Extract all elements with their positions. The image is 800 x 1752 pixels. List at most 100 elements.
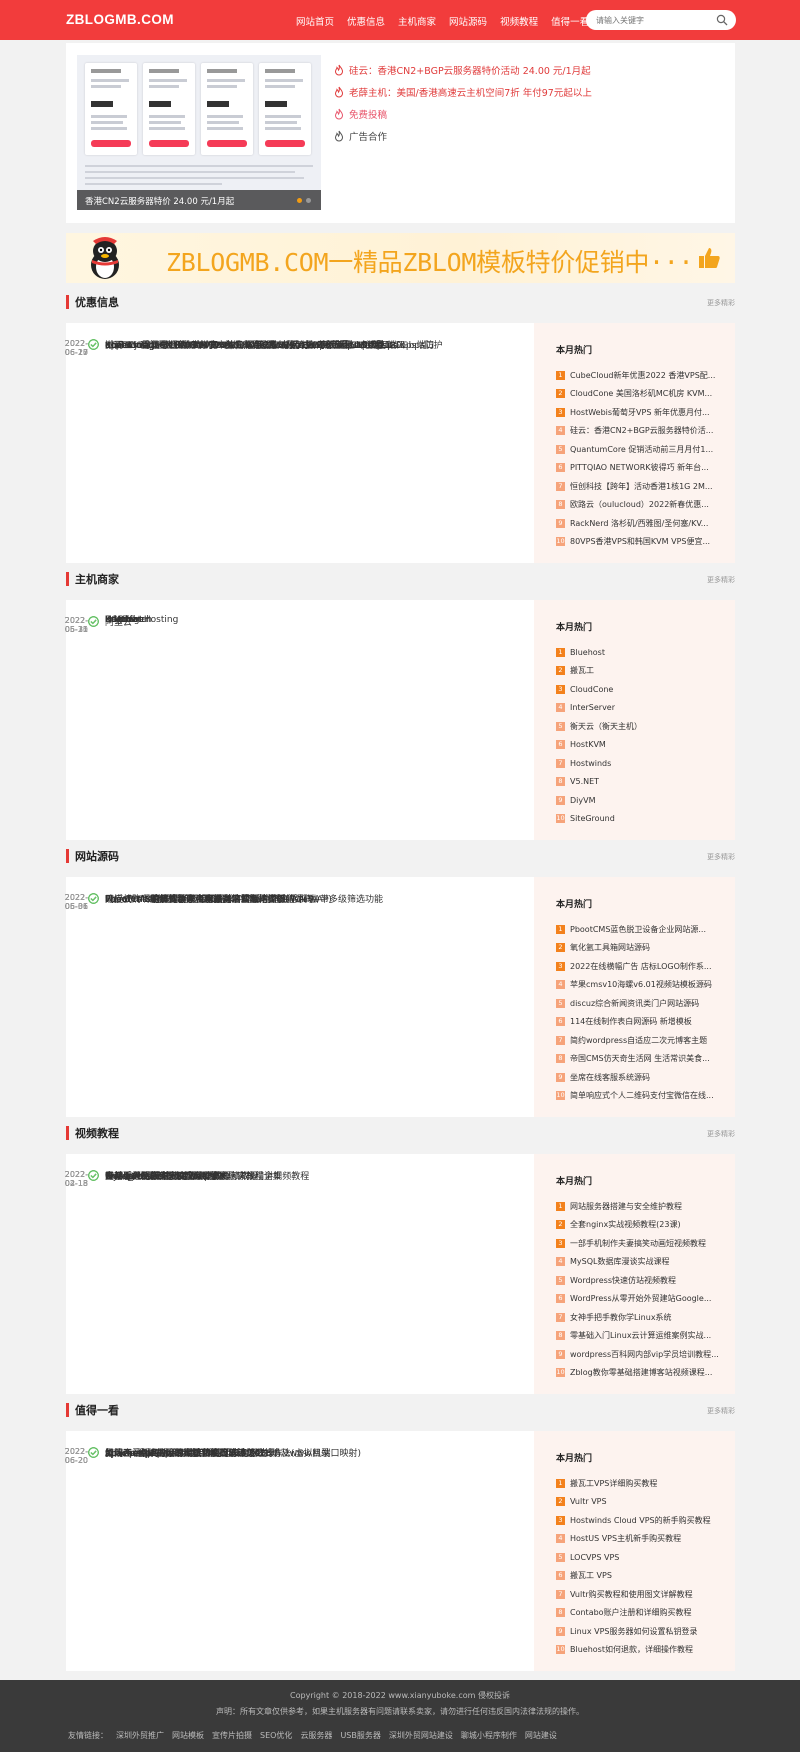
hot-item[interactable]: 1 PbootCMS蓝色脱卫设备企业网站源... (556, 920, 726, 939)
hot-item[interactable]: 10 Zblog教你零基础搭建博客站视频课程... (556, 1364, 726, 1383)
nav-item-home[interactable]: 网站首页 (296, 14, 334, 28)
slide-card-image (85, 63, 137, 155)
hot-item[interactable]: 2 氧化氩工具箱网站源码 (556, 939, 726, 958)
hot-rank-badge: 4 (556, 980, 565, 990)
top-link[interactable]: 老薛主机：美国/香港高速云主机空间7折 年付97元起以上 (334, 81, 592, 103)
hot-item[interactable]: 3 一部手机制作夫妻搞笑动画短视频教程 (556, 1234, 726, 1253)
hot-item[interactable]: 9 坐席在线客服系统源码 (556, 1068, 726, 1087)
hot-item[interactable]: 7 女神手把手教你学Linux系统 (556, 1308, 726, 1327)
hot-item[interactable]: 9 wordpress百科网内部vip学员培训教程... (556, 1345, 726, 1364)
hot-item[interactable]: 4 InterServer (556, 699, 726, 718)
hot-item[interactable]: 3 2022在线横幅广告 店标LOGO制作系... (556, 957, 726, 976)
hot-item[interactable]: 4 HostUS VPS主机新手购买教程 (556, 1530, 726, 1549)
section-header: 优惠信息 更多精彩 (66, 291, 735, 313)
slide-caption[interactable]: 香港CN2云服务器特价 24.00 元/1月起 (77, 190, 321, 210)
hot-item[interactable]: 9 DiyVM (556, 791, 726, 810)
hot-item-title: 简单响应式个人二维码支付宝微信在线... (570, 1091, 714, 1101)
hot-item[interactable]: 8 帝国CMS仿天奇生活网 生活常识美食... (556, 1050, 726, 1069)
hot-item[interactable]: 3 HostWebis葡萄牙VPS 新年优惠月付... (556, 403, 726, 422)
hot-item[interactable]: 6 PITTQIAO NETWORK彼得巧 新年台... (556, 459, 726, 478)
hot-item-title: MySQL数据库漫谈实战课程 (570, 1257, 670, 1267)
nav-item-hosts[interactable]: 主机商家 (398, 14, 436, 28)
hot-panel: 本月热门 1 CubeCloud新年优惠2022 香港VPS配... 2 CloudCo… (534, 323, 735, 563)
top-link[interactable]: 免费投稿 (334, 103, 592, 125)
hot-item[interactable]: 10 简单响应式个人二维码支付宝微信在线... (556, 1087, 726, 1106)
hot-item[interactable]: 7 Hostwinds (556, 754, 726, 773)
hot-item[interactable]: 3 Hostwinds Cloud VPS的新手购买教程 (556, 1511, 726, 1530)
hot-item[interactable]: 2 全套nginx实战视频教程(23课) (556, 1216, 726, 1235)
hot-item[interactable]: 8 零基础入门Linux云计算运维案例实战... (556, 1327, 726, 1346)
friend-link[interactable]: 云服务器 (300, 1730, 332, 1741)
nav-item-video[interactable]: 视频教程 (500, 14, 538, 28)
hot-item-title: 2022在线横幅广告 店标LOGO制作系... (570, 961, 712, 971)
hot-rank-badge: 9 (556, 1349, 565, 1359)
hot-rank-badge: 10 (556, 1368, 565, 1378)
friend-link[interactable]: 深圳外贸推广 (116, 1730, 164, 1741)
hot-item[interactable]: 4 苹果cmsv10海螺v6.01视频站模板源码 (556, 976, 726, 995)
hot-item[interactable]: 9 RackNerd 洛杉矶/西雅图/圣何塞/KV... (556, 514, 726, 533)
hot-item[interactable]: 7 恒创科技【跨年】活动香港1核1G 2M... (556, 477, 726, 496)
promo-banner[interactable]: ZBLOGMB.COM一精品ZBLOM模板特价促销中··· (66, 233, 735, 283)
friend-link[interactable]: 宣传片拍摄 (212, 1730, 252, 1741)
hot-item[interactable]: 10 Bluehost如何退款，详细操作教程 (556, 1641, 726, 1660)
hot-item[interactable]: 6 WordPress从零开始外贸建站Google... (556, 1290, 726, 1309)
hot-item[interactable]: 7 简约wordpress自适应二次元博客主题 (556, 1031, 726, 1050)
hot-item[interactable]: 4 MySQL数据库漫谈实战课程 (556, 1253, 726, 1272)
image-slider[interactable]: 香港CN2云服务器特价 24.00 元/1月起 (77, 55, 321, 210)
hot-item[interactable]: 5 LOCVPS VPS (556, 1548, 726, 1567)
hot-item[interactable]: 5 衡天云（衡天主机） (556, 717, 726, 736)
hot-item[interactable]: 6 114在线制作表白网源码 新增模板 (556, 1013, 726, 1032)
hot-item[interactable]: 9 Linux VPS服务器如何设置私钥登录 (556, 1622, 726, 1641)
hot-item[interactable]: 8 V5.NET (556, 773, 726, 792)
hot-rank-badge: 6 (556, 1571, 565, 1581)
section-header: 值得一看 更多精彩 (66, 1399, 735, 1421)
hot-list: 1 网站服务器搭建与安全维护教程 2 全套nginx实战视频教程(23课) 3 一部手机制… (556, 1197, 726, 1382)
hot-item[interactable]: 6 搬瓦工 VPS (556, 1567, 726, 1586)
hot-item[interactable]: 1 搬瓦工VPS详细购买教程 (556, 1474, 726, 1493)
hot-item[interactable]: 10 80VPS香港VPS和韩国KVM VPS便宜... (556, 533, 726, 552)
nav-item-deals[interactable]: 优惠信息 (347, 14, 385, 28)
hot-item[interactable]: 1 网站服务器搭建与安全维护教程 (556, 1197, 726, 1216)
friend-link[interactable]: 深圳外贸网站建设 (389, 1730, 453, 1741)
fire-icon (334, 130, 344, 142)
more-link[interactable]: 更多精彩 (707, 1129, 735, 1139)
hot-rank-badge: 1 (556, 647, 565, 657)
search-icon[interactable] (716, 14, 728, 26)
top-link[interactable]: 广告合作 (334, 125, 592, 147)
hot-item[interactable]: 2 Vultr VPS (556, 1493, 726, 1512)
friend-link[interactable]: USB服务器 (340, 1730, 380, 1741)
hot-item[interactable]: 4 硅云：香港CN2+BGP云服务器特价活... (556, 422, 726, 441)
hot-item[interactable]: 5 Wordpress快速仿站视频教程 (556, 1271, 726, 1290)
site-logo[interactable]: ZBLOGMB.COM (66, 12, 174, 27)
hot-item[interactable]: 6 HostKVM (556, 736, 726, 755)
search-input[interactable] (596, 14, 706, 26)
friend-link[interactable]: 网站模板 (172, 1730, 204, 1741)
hot-item[interactable]: 8 欧路云（oulucloud）2022新春优惠... (556, 496, 726, 515)
hot-item[interactable]: 3 CloudCone (556, 680, 726, 699)
hot-item[interactable]: 8 Contabo账户注册和详细购买教程 (556, 1604, 726, 1623)
hot-item[interactable]: 2 搬瓦工 (556, 662, 726, 681)
nav-item-source[interactable]: 网站源码 (449, 14, 487, 28)
hot-item[interactable]: 7 Vultr购买教程和使用图文详解教程 (556, 1585, 726, 1604)
friend-link[interactable]: 网站建设 (525, 1730, 557, 1741)
top-link[interactable]: 硅云：香港CN2+BGP云服务器特价活动 24.00 元/1月起 (334, 59, 592, 81)
hot-rank-badge: 10 (556, 1645, 565, 1655)
hot-item-title: Hostwinds Cloud VPS的新手购买教程 (570, 1515, 711, 1525)
more-link[interactable]: 更多精彩 (707, 1406, 735, 1416)
hot-item[interactable]: 1 Bluehost (556, 643, 726, 662)
hot-item[interactable]: 10 SiteGround (556, 810, 726, 829)
hot-item[interactable]: 2 CloudCone 美国洛杉矶MC机房 KVM... (556, 385, 726, 404)
hot-item[interactable]: 5 QuantumCore 促销活动前三月月付1... (556, 440, 726, 459)
friend-link[interactable]: SEO优化 (260, 1730, 292, 1741)
hot-rank-badge: 4 (556, 1257, 565, 1267)
slider-dot[interactable] (297, 198, 302, 203)
more-link[interactable]: 更多精彩 (707, 298, 735, 308)
more-link[interactable]: 更多精彩 (707, 852, 735, 862)
slider-dot[interactable] (306, 198, 311, 203)
hot-item[interactable]: 5 discuz综合新闻资讯类门户网站源码 (556, 994, 726, 1013)
hot-item[interactable]: 1 CubeCloud新年优惠2022 香港VPS配... (556, 366, 726, 385)
nav-item-worth[interactable]: 值得一看 (551, 14, 589, 28)
more-link[interactable]: 更多精彩 (707, 575, 735, 585)
hot-item-title: PbootCMS蓝色脱卫设备企业网站源... (570, 924, 707, 934)
friend-link[interactable]: 聊城小程序制作 (461, 1730, 517, 1741)
